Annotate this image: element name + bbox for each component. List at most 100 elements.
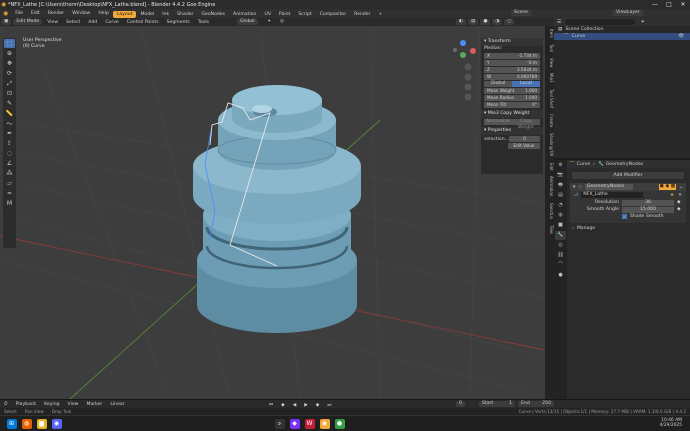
mio3-header[interactable]: ▾ Mio3 Copy Weight (481, 110, 543, 118)
tab-layout[interactable]: Layout (112, 10, 137, 18)
shear-icon[interactable]: ▱ (4, 179, 15, 188)
copy-weight-button[interactable]: Copy Weight (512, 119, 540, 130)
shading-material-icon[interactable]: ◑ (492, 19, 503, 25)
world-icon[interactable]: ◍ (555, 211, 566, 220)
smooth-icon[interactable]: ≈ (4, 189, 15, 198)
median-y-field[interactable]: Y -0 m (484, 60, 540, 66)
keyframe-dot-icon[interactable]: ◆ (677, 200, 681, 205)
manage-panel[interactable]: › Manage (572, 226, 690, 231)
app-green-icon[interactable]: ● (334, 419, 345, 429)
app-purple-icon[interactable]: ◆ (289, 419, 300, 429)
shade-smooth-checkbox[interactable]: ✓ (622, 214, 627, 219)
mean-tilt-field[interactable]: Mean Tilt 0° (484, 102, 540, 108)
tab-ink[interactable]: Ink (158, 11, 173, 18)
modifier-header[interactable]: ▾ ◇ GeometryNodes ▣ ◉ ▩ ⌄ (570, 183, 686, 191)
tab-paint[interactable]: Paint (275, 11, 294, 18)
editor-type-icon[interactable]: ▣ (1, 19, 12, 25)
measure-icon[interactable]: 📏 (4, 109, 15, 118)
tab-tool-shelf[interactable]: Tool Shelf (545, 86, 554, 111)
median-x-field[interactable]: X -1.734 m (484, 53, 540, 59)
rotate-icon[interactable]: ⟳ (4, 69, 15, 78)
tab-model[interactable]: Model (136, 11, 158, 18)
snap-icon[interactable]: ⌖ (268, 18, 271, 26)
space-toggle[interactable]: Global Local (484, 81, 540, 87)
render-icon[interactable]: 📷 (555, 171, 566, 180)
search-icon[interactable]: ⌕ (274, 419, 285, 429)
select-box-icon[interactable]: ⬚ (4, 39, 15, 48)
tab-tiles[interactable]: Tiles (545, 222, 554, 237)
mui-icon[interactable]: M (4, 199, 15, 208)
modifier-toggles[interactable]: ▣ ◉ ▩ (658, 184, 677, 190)
modifier-wrench-icon[interactable]: 🔧 (555, 231, 566, 240)
orientation-selector[interactable]: Global (237, 19, 258, 25)
tab-geonodes[interactable]: GeoNodes (197, 11, 229, 18)
pen-icon[interactable]: ✒ (4, 129, 15, 138)
outliner-row-collection[interactable]: ▤ Scene Collection (554, 26, 690, 33)
scale-icon[interactable]: ⤢ (4, 79, 15, 88)
output-icon[interactable]: 🖶 (555, 181, 566, 190)
tab-sanctus[interactable]: Sanctus (545, 200, 554, 222)
tool-icon[interactable]: ⚙ (555, 161, 566, 170)
tab-animation[interactable]: Animation (545, 173, 554, 199)
annotate-icon[interactable]: ✎ (4, 99, 15, 108)
app-red-icon[interactable]: W (304, 419, 315, 429)
prop-value[interactable]: 0 (509, 136, 540, 142)
transform-header[interactable]: ▾ Transform (481, 38, 543, 46)
file-explorer-icon[interactable]: ▆ (36, 419, 47, 429)
add-modifier-button[interactable]: Add Modifier (572, 172, 684, 179)
modifier-menu-icon[interactable]: ⌄ (679, 185, 683, 190)
tab-edit[interactable]: Edit (545, 160, 554, 174)
data-icon[interactable]: ⌒ (555, 261, 566, 270)
cursor-icon[interactable]: ⊕ (4, 49, 15, 58)
object-icon[interactable]: ■ (555, 221, 566, 230)
fake-user-icon[interactable]: ★ (670, 193, 674, 198)
menu-file[interactable]: File (11, 9, 27, 18)
tab-render[interactable]: Render (350, 11, 374, 18)
tab-create[interactable]: Create (545, 111, 554, 130)
visibility-eye-icon[interactable]: 👁 (678, 33, 684, 40)
keyframe-dot-icon[interactable]: ◆ (677, 207, 681, 212)
current-frame-field[interactable]: 0 (456, 401, 465, 407)
xray-icon[interactable]: ▤ (468, 19, 479, 25)
maximize-button[interactable]: □ (662, 0, 676, 9)
tab-mio3[interactable]: Mio3 (545, 70, 554, 86)
outliner-search-input[interactable] (565, 19, 636, 25)
tab-shading-uv[interactable]: Shading/UV (545, 130, 554, 159)
windows-start-icon[interactable]: ⊞ (6, 419, 17, 429)
tab-script[interactable]: Script (294, 11, 315, 18)
scene-selector[interactable]: Scene (511, 10, 532, 16)
constraints-icon[interactable]: ⛓ (555, 251, 566, 260)
radius-icon[interactable]: ◌ (4, 149, 15, 158)
tab-view[interactable]: View (545, 55, 554, 71)
workspace-add-icon[interactable]: + (374, 11, 386, 18)
end-frame-field[interactable]: End 250 (518, 401, 554, 407)
tab-uv[interactable]: UV (260, 11, 275, 18)
resolution-field[interactable]: 36 (622, 199, 674, 206)
edit-value-button[interactable]: Edit Value (508, 143, 540, 149)
normalize-button[interactable]: Normalize (484, 119, 512, 125)
firefox-icon[interactable]: ◍ (21, 419, 32, 429)
clock[interactable]: 10:46 AM 4/29/2025 (659, 418, 682, 428)
mean-radius-field[interactable]: Mean Radius 1.000 (484, 95, 540, 101)
proportional-edit-icon[interactable]: ◎ (280, 18, 284, 26)
viewport-nav-buttons[interactable] (464, 63, 472, 101)
viewlayer-selector[interactable]: ViewLayer (613, 10, 643, 16)
unlink-icon[interactable]: ✕ (678, 193, 682, 198)
minimize-button[interactable]: — (648, 0, 662, 9)
mode-selector[interactable]: Edit Mode (13, 19, 43, 25)
median-w-field[interactable]: W 0.000769 (484, 74, 540, 80)
tilt-icon[interactable]: ∠ (4, 159, 15, 168)
scene-icon[interactable]: ◔ (555, 201, 566, 210)
discord-icon[interactable]: ◉ (51, 419, 62, 429)
overlay-icon[interactable]: ◐ (456, 19, 467, 25)
lathe-model[interactable] (193, 85, 361, 333)
tab-tool[interactable]: Tool (545, 41, 554, 55)
outliner-type-icon[interactable]: ☰ (557, 20, 561, 25)
shading-rendered-icon[interactable]: ○ (504, 19, 515, 25)
start-frame-field[interactable]: Start 1 (479, 401, 515, 407)
tab-item[interactable]: Item (545, 26, 554, 41)
blender-menu-icon[interactable]: ◉ (0, 10, 11, 17)
tab-animation[interactable]: Animation (229, 11, 260, 18)
menu-edit[interactable]: Edit (27, 9, 44, 18)
local-toggle[interactable]: Local (512, 81, 540, 87)
